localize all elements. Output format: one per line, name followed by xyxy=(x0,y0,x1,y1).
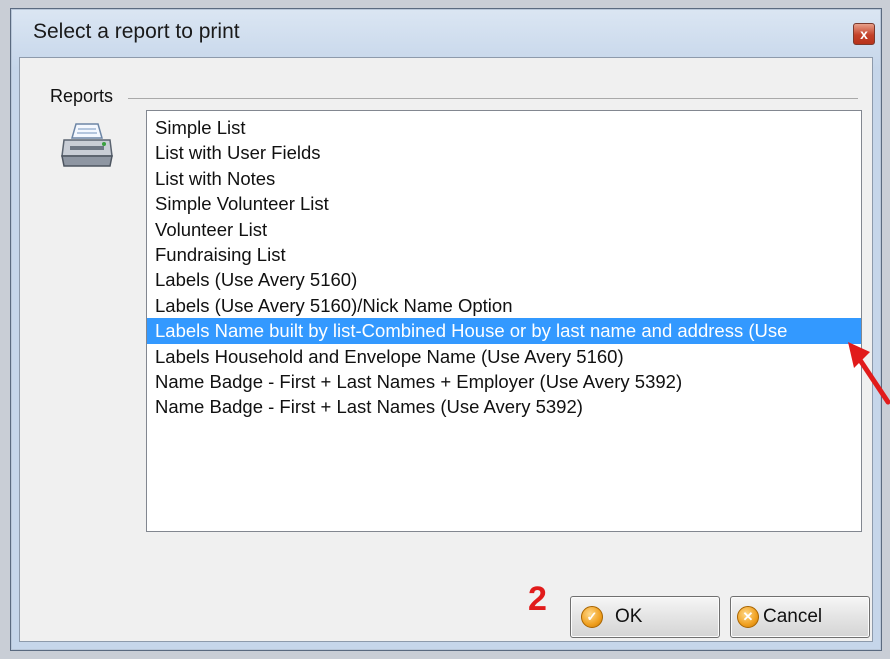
report-list-item[interactable]: Name Badge - First + Last Names + Employ… xyxy=(147,369,861,394)
report-list-item[interactable]: Fundraising List xyxy=(147,242,861,267)
reports-group-label: Reports xyxy=(50,86,114,106)
report-list-item[interactable]: Labels (Use Avery 5160) xyxy=(147,267,861,292)
cancel-x-icon: ✕ xyxy=(737,606,759,628)
dialog-body: Reports Simple List List with User Field… xyxy=(19,57,873,642)
group-divider xyxy=(128,98,858,99)
report-list-item[interactable]: Volunteer List xyxy=(147,217,861,242)
title-bar[interactable]: Select a report to print x xyxy=(11,9,881,57)
report-list-item[interactable]: List with Notes xyxy=(147,166,861,191)
report-list-item[interactable]: Simple List xyxy=(147,115,861,140)
report-print-dialog: Select a report to print x Reports Simpl… xyxy=(10,8,882,651)
ok-button[interactable]: ✓ OK xyxy=(570,596,720,638)
report-list-item[interactable]: Name Badge - First + Last Names (Use Ave… xyxy=(147,394,861,419)
annotation-step-number: 2 xyxy=(528,580,547,618)
report-list-item[interactable]: List with User Fields xyxy=(147,140,861,165)
report-list-item[interactable]: Labels Household and Envelope Name (Use … xyxy=(147,344,861,369)
dialog-title: Select a report to print xyxy=(33,20,240,43)
reports-listbox[interactable]: Simple List List with User Fields List w… xyxy=(146,110,862,532)
printer-icon xyxy=(61,123,113,167)
cancel-button[interactable]: ✕ Cancel xyxy=(730,596,870,638)
cancel-button-label: Cancel xyxy=(763,606,823,627)
report-list-item[interactable]: Labels (Use Avery 5160)/Nick Name Option xyxy=(147,293,861,318)
report-list-item[interactable]: Simple Volunteer List xyxy=(147,191,861,216)
close-icon: x xyxy=(860,26,868,42)
close-button[interactable]: x xyxy=(853,23,875,45)
ok-button-label: OK xyxy=(615,606,643,627)
red-arrow-icon xyxy=(848,342,890,405)
report-list-item-selected[interactable]: Labels Name built by list-Combined House… xyxy=(147,318,861,344)
ok-check-icon: ✓ xyxy=(581,606,603,628)
